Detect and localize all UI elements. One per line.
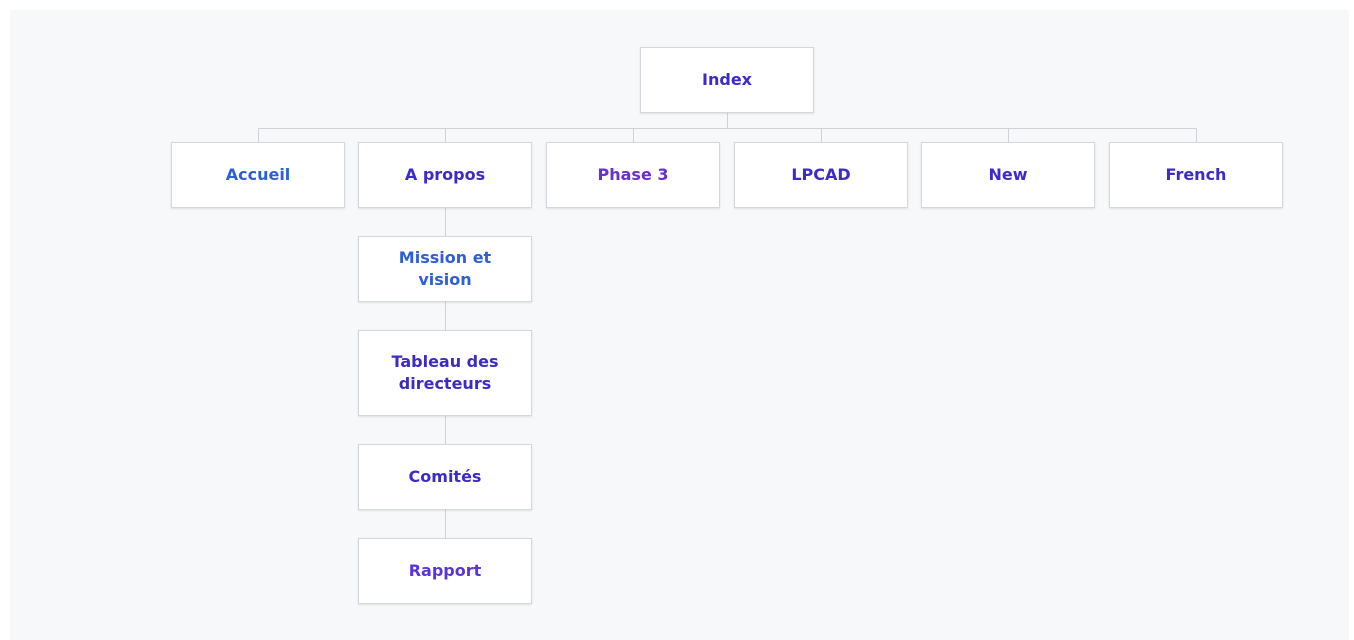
sitemap-node-french[interactable]: French (1109, 142, 1283, 208)
sitemap-node-phase-3[interactable]: Phase 3 (546, 142, 720, 208)
node-label: Tableau des directeurs (391, 352, 499, 393)
node-label: Comités (408, 467, 482, 486)
node-label: Accueil (225, 165, 291, 184)
sitemap-node-index[interactable]: Index (640, 47, 814, 113)
sitemap-node-comites[interactable]: Comités (358, 444, 532, 510)
node-label: Index (702, 70, 752, 89)
node-label: Mission et vision (398, 248, 492, 289)
sitemap-node-lpcad[interactable]: LPCAD (734, 142, 908, 208)
sitemap-node-new[interactable]: New (921, 142, 1095, 208)
node-label: Phase 3 (597, 165, 669, 184)
sitemap-node-tableau-des-directeurs[interactable]: Tableau des directeurs (358, 330, 532, 416)
sitemap-node-mission-et-vision[interactable]: Mission et vision (358, 236, 532, 302)
node-label: New (988, 165, 1028, 184)
sitemap-node-rapport[interactable]: Rapport (358, 538, 532, 604)
node-label: French (1165, 165, 1227, 184)
node-label: Rapport (408, 561, 482, 580)
node-label: A propos (404, 165, 486, 184)
sitemap-node-accueil[interactable]: Accueil (171, 142, 345, 208)
sitemap-node-a-propos[interactable]: A propos (358, 142, 532, 208)
node-label: LPCAD (791, 165, 851, 184)
